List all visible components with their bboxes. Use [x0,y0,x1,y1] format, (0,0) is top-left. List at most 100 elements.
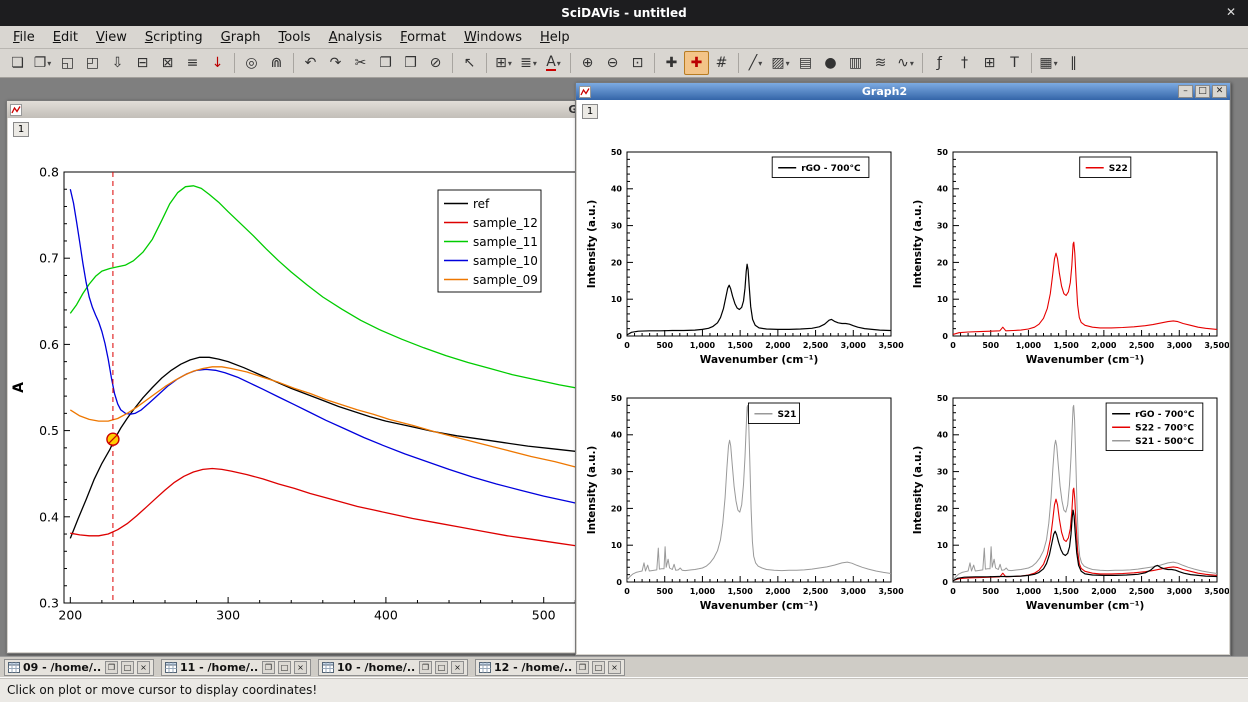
copy-selection-button[interactable]: ❐ [373,51,398,75]
open-template-button[interactable]: ◰ [80,51,105,75]
text-format-button[interactable]: A▾ [541,51,566,75]
redo-button[interactable]: ↷ [323,51,348,75]
fill-pattern-button[interactable]: ▨▾ [768,51,793,75]
plot-spectrogram-button[interactable]: ≋ [868,51,893,75]
maximize-button[interactable]: □ [121,661,134,674]
new-project-button[interactable]: ❏ [5,51,30,75]
menu-edit[interactable]: Edit [44,28,87,47]
open-project-button[interactable]: ◱ [55,51,80,75]
add-text-button[interactable]: T [1002,51,1027,75]
maximize-button[interactable]: □ [592,661,605,674]
svg-text:40: 40 [611,185,623,194]
add-function-curve-button[interactable]: ƒ [927,51,952,75]
svg-text:3,500: 3,500 [878,341,904,350]
save-project-button[interactable]: ⊟ [130,51,155,75]
minimized-window-2[interactable]: 10 - /home/...❐□× [318,659,468,676]
svg-text:0: 0 [942,332,948,341]
menu-graph[interactable]: Graph [212,28,270,47]
draw-arrow-button[interactable]: ╱▾ [743,51,768,75]
svg-text:Wavenumber (cm⁻¹): Wavenumber (cm⁻¹) [700,600,819,612]
minimized-window-0[interactable]: 09 - /home/...❐□× [4,659,154,676]
project-explorer-button[interactable]: ◎ [239,51,264,75]
select-data-range-button[interactable]: # [709,51,734,75]
graph2-titlebar[interactable]: Graph2 –□✕ [576,83,1230,100]
plot-3d-icon: ● [824,56,836,70]
app-close-button[interactable]: ✕ [1226,5,1236,19]
undo-button[interactable]: ↶ [298,51,323,75]
delete-selection-button[interactable]: ⊘ [423,51,448,75]
cut-selection-button[interactable]: ✂ [348,51,373,75]
plot-histogram-button[interactable]: ▥ [843,51,868,75]
new-window-button[interactable]: ❐▾ [30,51,55,75]
minimized-window-1[interactable]: 11 - /home/...❐□× [161,659,311,676]
maximize-button[interactable]: □ [278,661,291,674]
lock-toolbars-button[interactable]: ⋒ [264,51,289,75]
arrange-layers-button[interactable]: ⊞ [977,51,1002,75]
save-template-button[interactable]: ⊠ [155,51,180,75]
raman-plot-combined[interactable]: 05001,0001,5002,0002,5003,0003,500010203… [909,382,1227,624]
menu-scripting[interactable]: Scripting [136,28,212,47]
export-pdf-button[interactable]: ↓ [205,51,230,75]
zoom-in-button[interactable]: ⊕ [575,51,600,75]
minimized-window-3[interactable]: 12 - /home/...❐□× [475,659,625,676]
delete-selection-icon: ⊘ [430,56,442,70]
plot-style-button[interactable]: ≣▾ [516,51,541,75]
graph2-minimize-button[interactable]: – [1178,85,1193,98]
plot-wizard-button[interactable]: ∿▾ [893,51,918,75]
svg-text:3,000: 3,000 [1167,587,1193,596]
toolbar-separator [293,53,294,73]
zoom-out-icon: ⊖ [607,56,619,70]
restore-button[interactable]: ❐ [105,661,118,674]
pointer-tool-button[interactable]: ↖ [457,51,482,75]
svg-text:sample_10: sample_10 [473,254,538,268]
raman-plot-s21[interactable]: 05001,0001,5002,0002,5003,0003,500010203… [583,382,901,624]
svg-text:rGO - 700°C: rGO - 700°C [801,164,861,174]
add-error-bars-button[interactable]: † [952,51,977,75]
table-style-button[interactable]: ⊞▾ [491,51,516,75]
maximize-button[interactable]: □ [435,661,448,674]
screen-reader-button[interactable]: ✚ [659,51,684,75]
save-template-icon: ⊠ [162,56,174,70]
svg-text:3,500: 3,500 [878,587,904,596]
graph2-close-button[interactable]: ✕ [1212,85,1227,98]
desktop: { "window": { "title": "SciDAVis - untit… [0,0,1248,702]
close-button[interactable]: × [608,661,621,674]
restore-button[interactable]: ❐ [576,661,589,674]
print-button[interactable]: ≡ [180,51,205,75]
table-icon [165,658,177,677]
menu-windows[interactable]: Windows [455,28,531,47]
svg-text:0: 0 [616,578,622,587]
svg-text:Wavenumber (cm⁻¹): Wavenumber (cm⁻¹) [1026,354,1145,366]
screen-reader-icon: ✚ [666,56,678,70]
add-column-button[interactable]: ∥ [1061,51,1086,75]
data-reader-button[interactable]: ✚ [684,51,709,75]
menu-view[interactable]: View [87,28,136,47]
graph2-layer-button[interactable]: 1 [582,104,598,119]
raman-plot-rgo700[interactable]: 05001,0001,5002,0002,5003,0003,500010203… [583,136,901,378]
minimized-windows-bar: 09 - /home/...❐□×11 - /home/...❐□×10 - /… [0,656,1248,677]
svg-text:3,000: 3,000 [841,587,867,596]
import-ascii-button[interactable]: ⇩ [105,51,130,75]
graph2-window[interactable]: Graph2 –□✕ 1 05001,0001,5002,0002,5003,0… [575,82,1231,656]
raman-plot-s22[interactable]: 05001,0001,5002,0002,5003,0003,500010203… [909,136,1227,378]
paste-selection-button[interactable]: ❒ [398,51,423,75]
menu-file[interactable]: File [4,28,44,47]
restore-button[interactable]: ❐ [262,661,275,674]
restore-button[interactable]: ❐ [419,661,432,674]
zoom-out-button[interactable]: ⊖ [600,51,625,75]
menu-format[interactable]: Format [391,28,455,47]
close-button[interactable]: × [137,661,150,674]
plot-histogram-icon: ▥ [849,56,862,70]
rescale-to-window-button[interactable]: ⊡ [625,51,650,75]
minimized-window-label: 11 - /home/... [180,661,259,674]
menu-help[interactable]: Help [531,28,579,47]
close-button[interactable]: × [294,661,307,674]
menu-analysis[interactable]: Analysis [320,28,392,47]
table-menu-button[interactable]: ▦▾ [1036,51,1061,75]
close-button[interactable]: × [451,661,464,674]
graph2-maximize-button[interactable]: □ [1195,85,1210,98]
text-format-icon: A [546,55,556,71]
plot-3d-button[interactable]: ● [818,51,843,75]
menu-tools[interactable]: Tools [270,28,320,47]
add-image-button[interactable]: ▤ [793,51,818,75]
